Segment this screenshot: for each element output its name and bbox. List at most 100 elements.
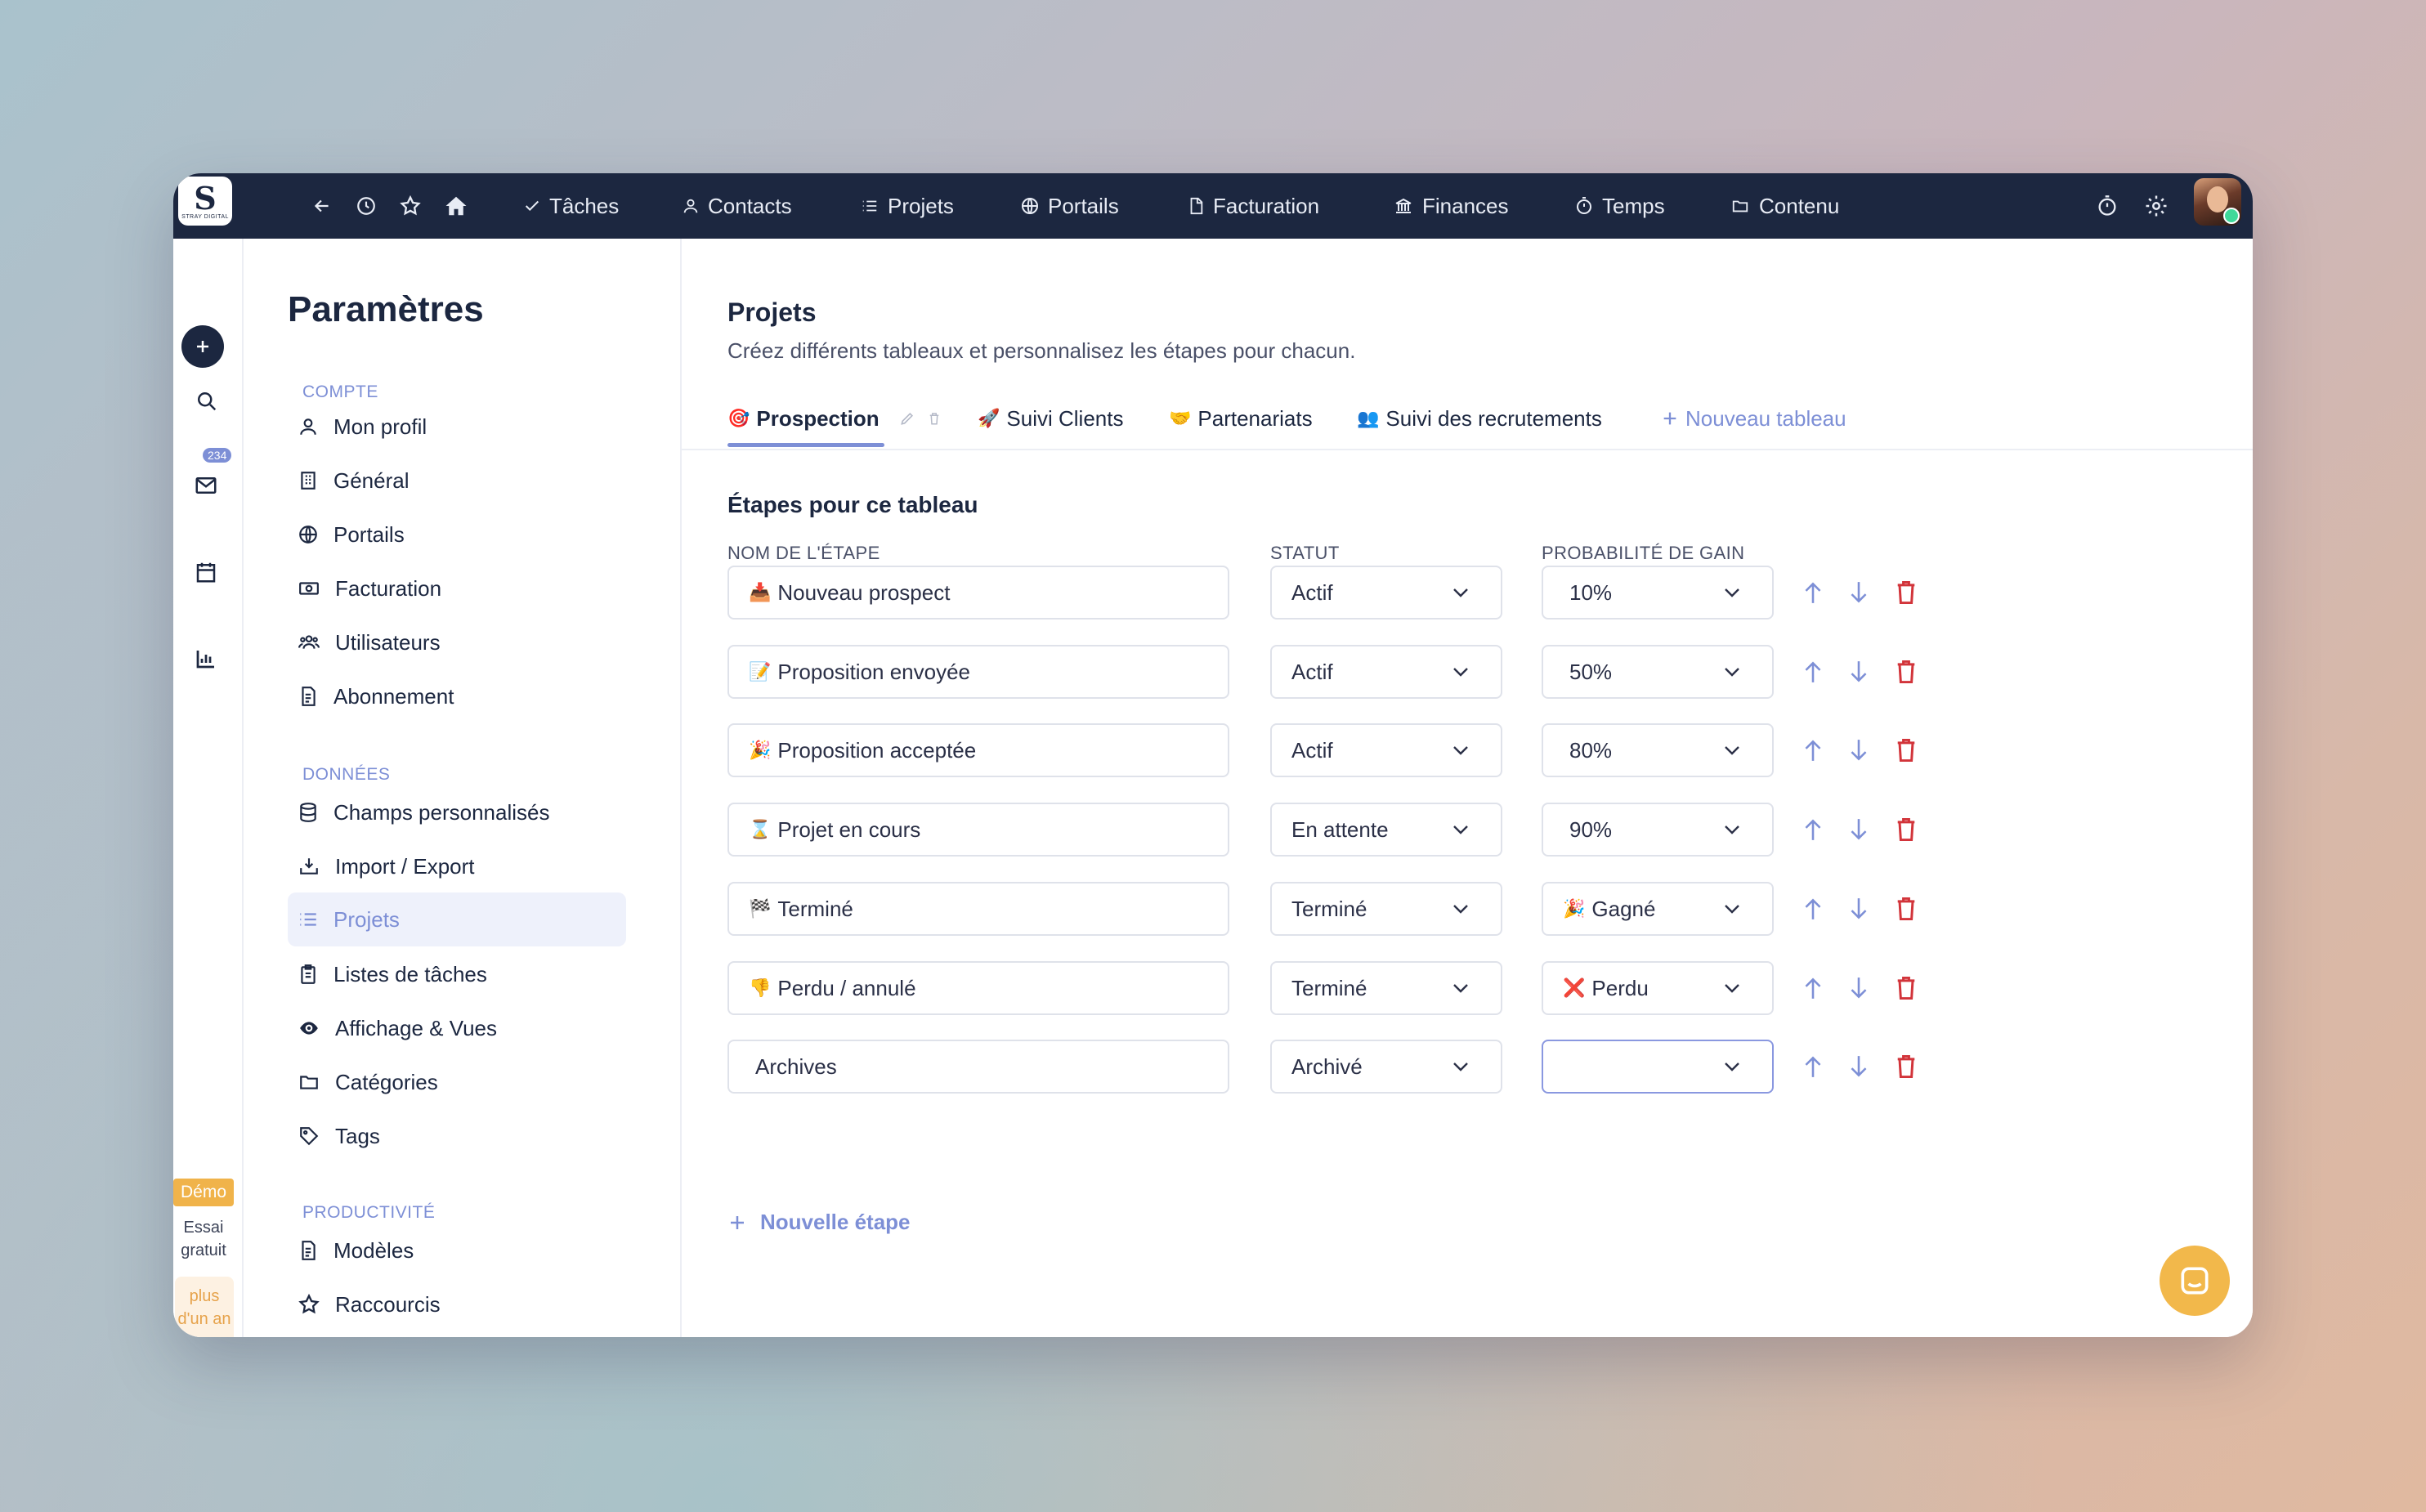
new-board-button[interactable]: Nouveau tableau: [1661, 399, 1846, 438]
settings-item-modeles[interactable]: Modèles: [298, 1231, 414, 1270]
stage-name-input[interactable]: 📝 Proposition envoyée: [727, 645, 1229, 699]
delete-trash-icon[interactable]: [1891, 655, 1921, 688]
stage-status-select[interactable]: Actif: [1270, 645, 1502, 699]
settings-item-abonnement[interactable]: Abonnement: [298, 677, 454, 716]
stage-status-select[interactable]: Archivé: [1270, 1040, 1502, 1094]
move-up-arrow-icon[interactable]: [1798, 734, 1828, 767]
move-down-arrow-icon[interactable]: [1844, 972, 1873, 1004]
move-down-arrow-icon[interactable]: [1844, 1050, 1873, 1083]
move-up-arrow-icon[interactable]: [1798, 813, 1828, 846]
settings-item-general[interactable]: Général: [298, 461, 410, 500]
move-down-arrow-icon[interactable]: [1844, 655, 1873, 688]
chevron-down-icon: [1453, 825, 1468, 834]
stage-name-input[interactable]: 🎉 Proposition acceptée: [727, 723, 1229, 777]
move-down-arrow-icon[interactable]: [1844, 892, 1873, 925]
stage-probability-select[interactable]: 50%: [1542, 645, 1774, 699]
stage-probability-select[interactable]: 90%: [1542, 803, 1774, 857]
move-up-arrow-icon[interactable]: [1798, 1050, 1828, 1083]
settings-gear-icon[interactable]: [2140, 190, 2173, 222]
favorites-star-icon[interactable]: [394, 190, 427, 222]
settings-item-mon-profil[interactable]: Mon profil: [298, 407, 427, 446]
nav-contenu[interactable]: Contenu: [1730, 186, 1839, 226]
stage-status-select[interactable]: Actif: [1270, 566, 1502, 620]
page-title: Projets: [727, 297, 817, 327]
stage-probability-select[interactable]: 10%: [1542, 566, 1774, 620]
settings-item-utilisateurs[interactable]: Utilisateurs: [298, 623, 441, 662]
back-arrow-icon[interactable]: [306, 190, 338, 222]
settings-title: Paramètres: [288, 289, 484, 329]
delete-trash-small-icon[interactable]: [927, 399, 942, 438]
add-stage-button[interactable]: Nouvelle étape: [727, 1210, 911, 1235]
chat-icon: [2181, 1267, 2209, 1295]
settings-item-affichage-vues[interactable]: Affichage & Vues: [298, 1009, 497, 1048]
settings-item-categories[interactable]: Catégories: [298, 1062, 438, 1102]
settings-item-facturation[interactable]: Facturation: [298, 569, 441, 608]
settings-item-tags[interactable]: Tags: [298, 1116, 380, 1156]
top-navigation-bar: S STRAY DIGITAL Tâches Contacts Projets: [173, 173, 2253, 239]
reports-chart-icon[interactable]: [181, 634, 231, 683]
tab-suivi-des-recrutements[interactable]: 👥 Suivi des recrutements: [1357, 399, 1602, 438]
stage-probability-select[interactable]: [1542, 1040, 1774, 1094]
delete-trash-icon[interactable]: [1891, 972, 1921, 1004]
settings-item-listes-de-taches[interactable]: Listes de tâches: [298, 955, 487, 994]
tab-suivi-clients[interactable]: 🚀 Suivi Clients: [978, 399, 1123, 438]
stage-name-input[interactable]: 📥 Nouveau prospect: [727, 566, 1229, 620]
stage-probability-select[interactable]: 80%: [1542, 723, 1774, 777]
create-plus-button[interactable]: [181, 325, 224, 368]
nav-projets[interactable]: Projets: [860, 186, 954, 226]
move-down-arrow-icon[interactable]: [1844, 813, 1873, 846]
move-down-arrow-icon[interactable]: [1844, 576, 1873, 609]
import-icon: [300, 858, 318, 875]
nav-temps[interactable]: Temps: [1574, 186, 1665, 226]
mail-icon[interactable]: [181, 461, 231, 510]
move-up-arrow-icon[interactable]: [1798, 655, 1828, 688]
stage-status-select[interactable]: Terminé: [1270, 882, 1502, 936]
move-up-arrow-icon[interactable]: [1798, 892, 1828, 925]
stage-probability-select[interactable]: 🎉 Gagné: [1542, 882, 1774, 936]
search-icon[interactable]: [181, 376, 231, 425]
chat-support-button[interactable]: [2160, 1246, 2230, 1316]
delete-trash-icon[interactable]: [1891, 892, 1921, 925]
move-up-arrow-icon[interactable]: [1798, 972, 1828, 1004]
stage-status-select[interactable]: Terminé: [1270, 961, 1502, 1015]
nav-facturation[interactable]: Facturation: [1187, 186, 1319, 226]
settings-item-projets[interactable]: Projets: [288, 892, 626, 946]
demo-badge: Démo: [173, 1179, 234, 1206]
home-icon[interactable]: [440, 190, 472, 222]
tab-partenariats[interactable]: 🤝 Partenariats: [1169, 399, 1313, 438]
move-up-arrow-icon[interactable]: [1798, 576, 1828, 609]
mail-count-badge: 234: [203, 448, 232, 463]
stage-name-input[interactable]: Archives: [727, 1040, 1229, 1094]
tab-prospection[interactable]: 🎯 Prospection: [727, 399, 880, 438]
user-avatar[interactable]: [2194, 178, 2241, 226]
chevron-down-icon: [1725, 984, 1739, 993]
settings-item-portails[interactable]: Portails: [298, 515, 405, 554]
document-icon: [1190, 197, 1203, 215]
stopwatch-icon: [1577, 197, 1591, 214]
settings-item-import-export[interactable]: Import / Export: [298, 847, 475, 886]
nav-portails[interactable]: Portails: [1020, 186, 1119, 226]
chevron-down-icon: [1725, 668, 1739, 677]
stage-probability-select[interactable]: ❌ Perdu: [1542, 961, 1774, 1015]
delete-trash-icon[interactable]: [1891, 1050, 1921, 1083]
history-clock-icon[interactable]: [350, 190, 383, 222]
stage-status-select[interactable]: En attente: [1270, 803, 1502, 857]
timer-icon[interactable]: [2091, 190, 2124, 222]
settings-item-raccourcis[interactable]: Raccourcis: [298, 1285, 441, 1324]
delete-trash-icon[interactable]: [1891, 576, 1921, 609]
calendar-icon[interactable]: [181, 548, 231, 597]
delete-trash-icon[interactable]: [1891, 813, 1921, 846]
move-down-arrow-icon[interactable]: [1844, 734, 1873, 767]
edit-pencil-icon[interactable]: [899, 399, 915, 438]
plus-icon: [731, 1215, 744, 1229]
stage-name-input[interactable]: 👎 Perdu / annulé: [727, 961, 1229, 1015]
delete-trash-icon[interactable]: [1891, 734, 1921, 767]
app-logo[interactable]: S STRAY DIGITAL: [178, 177, 232, 226]
nav-contacts[interactable]: Contacts: [682, 186, 792, 226]
stage-name-input[interactable]: ⌛ Projet en cours: [727, 803, 1229, 857]
nav-finances[interactable]: Finances: [1393, 186, 1509, 226]
stage-name-input[interactable]: 🏁 Terminé: [727, 882, 1229, 936]
nav-taches[interactable]: Tâches: [523, 186, 619, 226]
settings-item-champs-personnalises[interactable]: Champs personnalisés: [298, 793, 549, 832]
stage-status-select[interactable]: Actif: [1270, 723, 1502, 777]
